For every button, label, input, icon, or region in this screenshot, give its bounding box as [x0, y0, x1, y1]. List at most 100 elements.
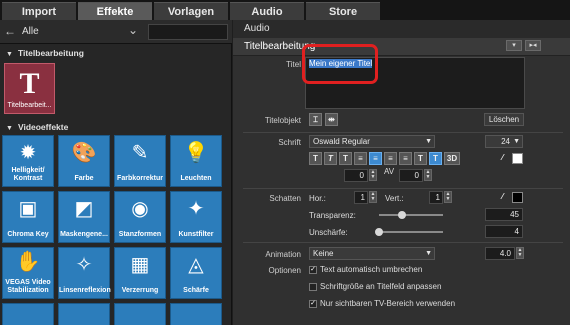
effect-tile[interactable]: ✎ Farbkorrektur	[114, 135, 166, 187]
chevron-down-icon[interactable]: ⌄	[128, 23, 138, 37]
effect-tile[interactable]	[58, 303, 110, 325]
effect-tile[interactable]	[114, 303, 166, 325]
main-tab-bar: Import Effekte Vorlagen Audio Store	[0, 0, 570, 20]
hor-label: Hor.:	[309, 194, 326, 203]
effect-tile[interactable]: ✹ Helligkeit/ Kontrast	[2, 135, 54, 187]
category-label[interactable]: Alle	[22, 26, 39, 37]
transparency-value: 45	[510, 210, 519, 219]
checkbox-fit-font[interactable]	[309, 283, 317, 291]
effect-label: VEGAS Video Stabilization	[5, 279, 51, 294]
effect-tile[interactable]: 🎨 Farbe	[58, 135, 110, 187]
chevron-down-icon: ▼	[425, 138, 432, 145]
shadow-vert-input[interactable]: 1	[429, 191, 443, 204]
unschaerfe-label: Unschärfe:	[309, 228, 348, 237]
effect-label: Helligkeit/ Kontrast	[11, 167, 45, 182]
search-input[interactable]	[148, 24, 228, 40]
effect-label: Farbe	[74, 175, 94, 182]
titelobjekt-label: Titelobjekt	[264, 116, 301, 125]
align-left-icon[interactable]: ≡	[354, 152, 367, 165]
transparency-slider-track[interactable]	[379, 214, 443, 216]
effect-tile[interactable]	[2, 303, 54, 325]
blur-input[interactable]: 4	[485, 225, 523, 238]
bulb-icon: 💡	[183, 142, 209, 164]
3d-icon[interactable]: 3D	[444, 152, 460, 165]
effect-tile[interactable]: ◩ Maskengene...	[58, 191, 110, 243]
effect-tile[interactable]: ✦ Kunstfilter	[170, 191, 222, 243]
italic-icon[interactable]: T	[324, 152, 337, 165]
divider	[243, 188, 563, 189]
optionen-label: Optionen	[268, 266, 301, 275]
section-titelbearbeitung[interactable]: ▼ Titelbearbeitung	[0, 46, 232, 60]
shadow-hor-input[interactable]: 1	[354, 191, 368, 204]
effect-tile[interactable]	[170, 303, 222, 325]
expand-icon[interactable]: ▸◂	[525, 40, 541, 51]
art-filter-icon: ✦	[187, 198, 205, 220]
title-object-icon[interactable]: ⌶	[309, 113, 322, 126]
collapse-icon[interactable]: ▾	[506, 40, 522, 51]
tab-vorlagen[interactable]: Vorlagen	[154, 2, 228, 20]
divider	[243, 242, 563, 243]
category-nav: ← Alle ⌄	[0, 20, 232, 44]
chroma-key-icon: ▣	[18, 198, 38, 220]
align-center-icon[interactable]: ≡	[369, 152, 382, 165]
font-size-select[interactable]: 24 ▼	[485, 135, 523, 148]
animation-select[interactable]: Keine ▼	[309, 247, 435, 260]
line-spacing-input[interactable]: 0	[399, 169, 423, 182]
effects-browser: ← Alle ⌄ ▼ Titelbearbeitung T Titelbearbe…	[0, 20, 232, 325]
section-videoeffekte[interactable]: ▼ Videoeffekte	[0, 120, 232, 134]
font-color-swatch[interactable]	[512, 153, 523, 164]
blur-slider-handle[interactable]	[375, 228, 383, 236]
shadow-eyedropper-icon[interactable]: ⁄	[496, 191, 509, 204]
effect-label: Verzerrung	[121, 287, 159, 294]
tab-import[interactable]: Import	[2, 2, 76, 20]
checkbox-tv-safe[interactable]: ✓	[309, 300, 317, 308]
blur-slider-track[interactable]	[379, 231, 443, 233]
kerning-icon: AV	[384, 167, 395, 176]
effect-label: Chroma Key	[7, 231, 49, 238]
stepper-icon[interactable]: ▲ ▼	[424, 169, 432, 181]
transparency-slider-handle[interactable]	[398, 211, 406, 219]
char-spacing-input[interactable]: 0	[344, 169, 368, 182]
tab-audio[interactable]: Audio	[230, 2, 304, 20]
title-object-align-icon[interactable]: ⇹	[325, 113, 338, 126]
lens-flare-icon: ✧	[75, 254, 93, 276]
stepper-icon[interactable]: ▲ ▼	[369, 191, 377, 203]
eyedropper-icon[interactable]: ⁄	[496, 152, 509, 165]
stepper-icon[interactable]: ▲ ▼	[444, 191, 452, 203]
effect-tile[interactable]: ▣ Chroma Key	[2, 191, 54, 243]
justify-icon[interactable]: ≡	[399, 152, 412, 165]
animation-speed-value: 4.0	[499, 249, 511, 258]
shadow-color-swatch[interactable]	[512, 192, 523, 203]
stepper-icon[interactable]: ▲ ▼	[369, 169, 377, 181]
effect-tile[interactable]: 💡 Leuchten	[170, 135, 222, 187]
properties-panel: Audio Titelbearbeitung ▾ ▸◂ Titel Mein e…	[233, 20, 570, 325]
effect-tile[interactable]: ◬ Schärfe	[170, 247, 222, 299]
tab-store[interactable]: Store	[306, 2, 380, 20]
palette-icon: 🎨	[71, 142, 97, 164]
option-label: Text automatisch umbrechen	[320, 265, 423, 274]
divider	[243, 132, 563, 133]
chevron-down-icon: ▼	[513, 138, 520, 145]
transparency-input[interactable]: 45	[485, 208, 523, 221]
title-editing-tile[interactable]: T Titelbearbeit...	[4, 63, 55, 114]
checkbox-auto-wrap[interactable]: ✓	[309, 266, 317, 274]
title-tile-label: Titelbearbeit...	[7, 102, 52, 109]
text-color-icon[interactable]: T	[429, 152, 442, 165]
font-select[interactable]: Oswald Regular ▼	[309, 135, 435, 148]
delete-button[interactable]: Löschen	[484, 113, 524, 126]
shadow-text-icon[interactable]: T	[414, 152, 427, 165]
tab-effekte[interactable]: Effekte	[78, 2, 152, 20]
stepper-icon[interactable]: ▲ ▼	[516, 247, 524, 259]
color-correction-icon: ✎	[131, 142, 149, 164]
back-arrow-icon[interactable]: ←	[4, 24, 16, 38]
effect-tile[interactable]: ✋ VEGAS Video Stabilization	[2, 247, 54, 299]
effect-tile[interactable]: ▦ Verzerrung	[114, 247, 166, 299]
animation-speed-input[interactable]: 4.0	[485, 247, 515, 260]
effect-tile[interactable]: ◉ Stanzformen	[114, 191, 166, 243]
outline-icon[interactable]: T	[339, 152, 352, 165]
effect-tile[interactable]: ✧ Linsenreflexion	[58, 247, 111, 299]
sun-icon: ✹	[19, 142, 37, 164]
align-right-icon[interactable]: ≡	[384, 152, 397, 165]
option-label: Nur sichtbaren TV-Bereich verwenden	[320, 299, 456, 308]
bold-icon[interactable]: T	[309, 152, 322, 165]
